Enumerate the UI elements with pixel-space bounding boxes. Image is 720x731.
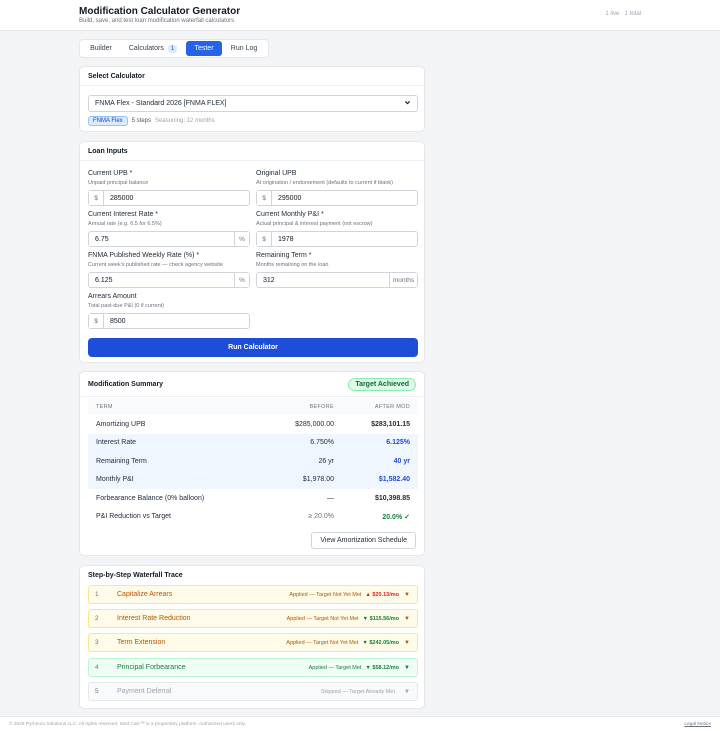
status-badge: Target Achieved bbox=[348, 378, 416, 391]
summary-table-header: TERM BEFORE AFTER MOD bbox=[88, 398, 418, 415]
remaining-term-input[interactable]: 312 months bbox=[256, 272, 418, 288]
tab-tester[interactable]: Tester bbox=[186, 41, 222, 56]
original-upb-input[interactable]: $ 295000 bbox=[256, 190, 418, 206]
tab-run-log[interactable]: Run Log bbox=[222, 41, 266, 56]
arrears-input[interactable]: $ 8500 bbox=[88, 313, 250, 329]
modification-summary-card: Modification Summary Target Achieved TER… bbox=[79, 371, 425, 556]
interest-rate-input[interactable]: 6.75 % bbox=[88, 231, 250, 247]
copyright-text: © 2026 Pyrheum Solutions LLC. All rights… bbox=[9, 721, 247, 727]
legal-notice-link[interactable]: Legal Notice bbox=[684, 722, 711, 727]
chevron-down-icon[interactable]: ▼ bbox=[403, 689, 411, 695]
waterfall-trace-card: Step-by-Step Waterfall Trace 1 Capitaliz… bbox=[79, 565, 425, 709]
monthly-pi-field: Current Monthly P&I * Actual principal &… bbox=[256, 211, 418, 247]
waterfall-step-term-extension[interactable]: 3 Term Extension Applied — Target Not Ye… bbox=[88, 633, 418, 652]
calculators-count-badge: 1 bbox=[167, 44, 178, 53]
chevron-down-icon bbox=[404, 99, 411, 108]
weekly-rate-input[interactable]: 6.125 % bbox=[88, 272, 250, 288]
select-calculator-card: Select Calculator FNMA Flex - Standard 2… bbox=[79, 66, 425, 132]
waterfall-trace-title: Step-by-Step Waterfall Trace bbox=[88, 572, 183, 579]
waterfall-step-capitalize-arrears[interactable]: 1 Capitalize Arrears Applied — Target No… bbox=[88, 585, 418, 604]
tab-calculators[interactable]: Calculators 1 bbox=[120, 41, 186, 56]
loan-inputs-title: Loan Inputs bbox=[80, 142, 424, 161]
current-upb-input[interactable]: $ 285000 bbox=[88, 190, 250, 206]
arrears-field: Arrears Amount Total past-due P&I (0 if … bbox=[88, 293, 250, 329]
calculator-status-count: 1 live · 1 total bbox=[605, 11, 641, 17]
chevron-down-icon[interactable]: ▼ bbox=[403, 665, 411, 671]
chevron-down-icon[interactable]: ▼ bbox=[403, 640, 411, 646]
loan-inputs-card: Loan Inputs Current UPB * Unpaid princip… bbox=[79, 141, 425, 363]
chevron-down-icon[interactable]: ▼ bbox=[403, 616, 411, 622]
app-header: Modification Calculator Generator Build,… bbox=[0, 0, 720, 31]
waterfall-step-payment-deferral[interactable]: 5 Payment Deferral Skipped — Target Alre… bbox=[88, 682, 418, 701]
table-row: Monthly P&I $1,978.00 $1,582.40 bbox=[88, 470, 418, 489]
page-footer: © 2026 Pyrheum Solutions LLC. All rights… bbox=[0, 716, 720, 731]
original-upb-field: Original UPB At origination / endorsemen… bbox=[256, 170, 418, 206]
tab-bar: Builder Calculators 1 Tester Run Log bbox=[79, 39, 269, 58]
table-row: Forbearance Balance (0% balloon) — $10,3… bbox=[96, 494, 410, 502]
table-row: Remaining Term 26 yr 40 yr bbox=[88, 452, 418, 471]
tab-builder[interactable]: Builder bbox=[82, 41, 120, 56]
chevron-down-icon[interactable]: ▼ bbox=[403, 592, 411, 598]
table-row: Interest Rate 6.750% 6.125% bbox=[88, 433, 418, 452]
calculator-select[interactable]: FNMA Flex - Standard 2026 [FNMA FLEX] bbox=[88, 95, 418, 112]
view-amortization-button[interactable]: View Amortization Schedule bbox=[311, 532, 416, 549]
current-upb-field: Current UPB * Unpaid principal balance $… bbox=[88, 170, 250, 206]
table-row: Amortizing UPB $285,000.00 $283,101.15 bbox=[96, 420, 410, 428]
table-row: P&I Reduction vs Target ≥ 20.0% 20.0% ✓ bbox=[96, 513, 410, 521]
monthly-pi-input[interactable]: $ 1978 bbox=[256, 231, 418, 247]
weekly-rate-field: FNMA Published Weekly Rate (%) * Current… bbox=[88, 252, 250, 288]
interest-rate-field: Current Interest Rate * Annual rate (e.g… bbox=[88, 211, 250, 247]
page-title: Modification Calculator Generator bbox=[79, 6, 241, 17]
waterfall-step-principal-forbearance[interactable]: 4 Principal Forbearance Applied — Target… bbox=[88, 658, 418, 677]
summary-table: TERM BEFORE AFTER MOD Amortizing UPB $28… bbox=[88, 398, 418, 526]
waterfall-step-interest-rate-reduction[interactable]: 2 Interest Rate Reduction Applied — Targ… bbox=[88, 609, 418, 628]
remaining-term-field: Remaining Term * Months remaining on the… bbox=[256, 252, 418, 288]
run-calculator-button[interactable]: Run Calculator bbox=[88, 338, 418, 357]
step-count: 5 steps bbox=[131, 118, 152, 124]
calculator-meta: FNMA Flex 5 steps Seasoning: 12 months bbox=[88, 116, 215, 126]
seasoning-info: Seasoning: 12 months bbox=[155, 118, 215, 124]
program-tag: FNMA Flex bbox=[88, 116, 128, 126]
page-subtitle: Build, save, and test loan modification … bbox=[79, 18, 235, 24]
select-calculator-title: Select Calculator bbox=[80, 67, 424, 86]
